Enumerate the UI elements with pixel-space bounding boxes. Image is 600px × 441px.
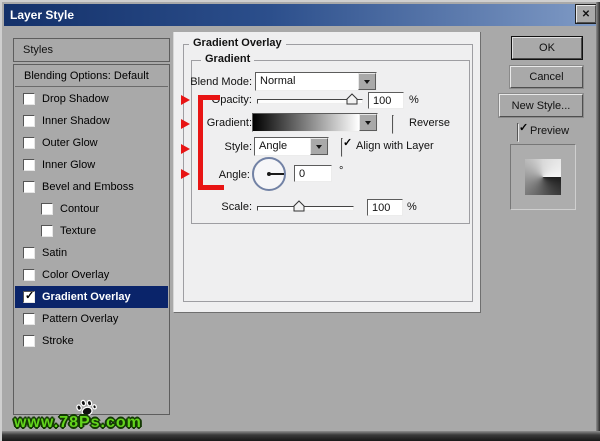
scale-unit: % [407,201,417,213]
satin-checkbox[interactable] [23,247,35,259]
preview-thumbnail [510,144,576,210]
annotation-arrow-icon [181,95,190,105]
close-icon[interactable]: ✕ [576,5,596,23]
cancel-button[interactable]: Cancel [510,66,583,88]
window-title: Layer Style [4,8,74,22]
ok-button[interactable]: OK [512,37,582,59]
sidebar-item-drop-shadow[interactable]: Drop Shadow [15,88,168,110]
scale-input[interactable] [367,199,403,216]
sidebar-item-bevel-emboss[interactable]: Bevel and Emboss [15,176,168,198]
scale-slider-track[interactable] [257,206,354,211]
bevel-emboss-checkbox[interactable] [23,181,35,193]
annotation-arrow-icon [181,119,190,129]
sidebar-item-contour[interactable]: Contour [15,198,168,220]
style-dropdown[interactable]: Angle [254,137,329,156]
inner-glow-checkbox[interactable] [23,159,35,171]
title-bar[interactable]: Layer Style [4,4,596,26]
align-with-layer-label: Align with Layer [356,140,434,152]
opacity-input[interactable] [368,92,404,109]
chevron-down-icon[interactable] [359,114,377,131]
sidebar-item-inner-glow[interactable]: Inner Glow [15,154,168,176]
group-title: Gradient [201,53,254,65]
sidebar-item-color-overlay[interactable]: Color Overlay [15,264,168,286]
pattern-overlay-checkbox[interactable] [23,313,35,325]
contour-checkbox[interactable] [41,203,53,215]
gradient-picker[interactable] [252,113,378,132]
window-border-right [596,2,600,441]
color-overlay-checkbox[interactable] [23,269,35,281]
new-style-button[interactable]: New Style... [499,94,583,117]
annotation-bracket-bottom [198,185,224,190]
annotation-bracket-top [198,95,220,100]
scale-slider-thumb[interactable] [293,200,305,212]
sidebar-styles-header[interactable]: Styles [13,38,170,62]
drop-shadow-checkbox[interactable] [23,93,35,105]
angle-input[interactable] [294,165,332,182]
sidebar-item-texture[interactable]: Texture [15,220,168,242]
preview-checkbox[interactable] [517,123,519,142]
chevron-down-icon[interactable] [310,138,328,155]
opacity-unit: % [409,94,419,106]
opacity-slider-thumb[interactable] [346,93,358,105]
inner-shadow-checkbox[interactable] [23,115,35,127]
sidebar-item-stroke[interactable]: Stroke [15,330,168,352]
style-value: Angle [255,138,310,155]
reverse-checkbox[interactable] [392,115,394,134]
blend-mode-value: Normal [256,73,358,90]
texture-checkbox[interactable] [41,225,53,237]
angle-dial-needle[interactable] [269,173,284,175]
styles-label: Styles [14,44,53,56]
section-title: Gradient Overlay [189,37,286,49]
sidebar-item-inner-shadow[interactable]: Inner Shadow [15,110,168,132]
angle-dial[interactable] [252,157,286,191]
preview-label: Preview [530,125,569,137]
outer-glow-checkbox[interactable] [23,137,35,149]
window-border-bottom [2,431,600,441]
layer-style-dialog: Layer Style ✕ Styles Blending Options: D… [0,0,600,441]
annotation-bracket-line [198,95,203,190]
gradient-swatch[interactable] [253,114,359,131]
angle-gradient-preview [525,159,561,195]
align-with-layer-checkbox[interactable] [341,138,343,157]
scale-label: Scale: [152,201,252,213]
watermark-text: www.78Ps.com [14,414,142,432]
angle-unit: ° [339,165,343,177]
reverse-label: Reverse [409,117,450,129]
stroke-checkbox[interactable] [23,335,35,347]
annotation-arrow-icon [181,144,190,154]
chevron-down-icon[interactable] [358,73,376,90]
sidebar-style-list: Blending Options: Default Drop Shadow In… [13,64,170,415]
sidebar-item-satin[interactable]: Satin [15,242,168,264]
sidebar-item-gradient-overlay[interactable]: Gradient Overlay [15,286,168,308]
blend-mode-label: Blend Mode: [142,76,252,88]
sidebar-item-outer-glow[interactable]: Outer Glow [15,132,168,154]
gradient-overlay-checkbox[interactable] [23,291,35,303]
blend-mode-dropdown[interactable]: Normal [255,72,377,91]
annotation-arrow-icon [181,169,190,179]
sidebar-item-pattern-overlay[interactable]: Pattern Overlay [15,308,168,330]
